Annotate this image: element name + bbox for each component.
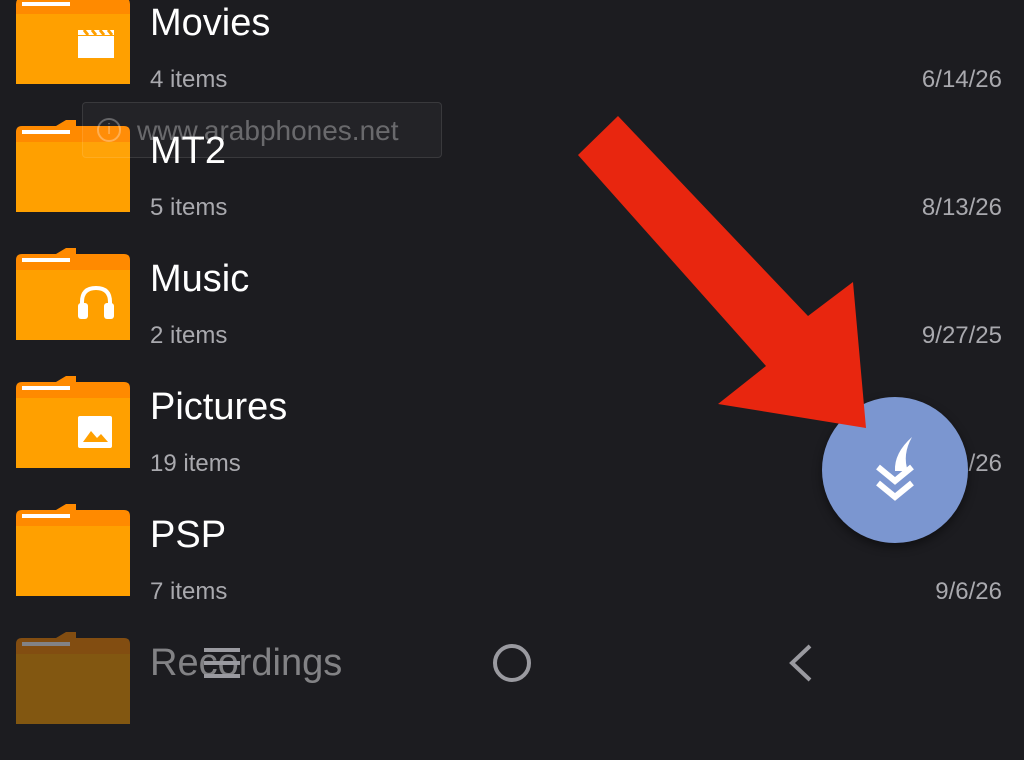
modified-date: /26 [968, 450, 1002, 477]
back-button[interactable] [770, 638, 830, 688]
folder-icon [16, 376, 130, 468]
folder-icon [16, 504, 130, 596]
watermark-text: www.arabphones.net [137, 115, 399, 146]
menu-button[interactable] [192, 638, 252, 688]
menu-icon [204, 648, 240, 678]
item-count: 19 items [150, 450, 241, 477]
navigation-bar [0, 612, 1024, 715]
file-name: Music [150, 258, 250, 300]
modified-date: 9/27/25 [921, 322, 1002, 349]
file-name: Movies [150, 2, 271, 44]
folder-icon [16, 0, 130, 84]
watermark: i www.arabphones.net [82, 102, 442, 158]
list-item[interactable]: Music 2 items 9/27/25 [0, 248, 1024, 376]
back-icon [789, 644, 812, 682]
folder-icon [16, 248, 130, 340]
modified-date: 6/14/26 [921, 66, 1002, 93]
home-icon [493, 644, 531, 682]
modified-date: 8/13/26 [921, 194, 1002, 221]
clapperboard-icon [78, 29, 114, 58]
item-count: 5 items [150, 194, 228, 221]
download-fab-button[interactable] [822, 397, 968, 543]
item-count: 4 items [150, 66, 228, 93]
item-count: 2 items [150, 322, 228, 349]
home-button[interactable] [482, 638, 542, 688]
image-icon [78, 416, 112, 448]
item-count: 7 items [150, 578, 228, 605]
download-arrow-icon [876, 437, 914, 501]
info-icon: i [97, 118, 121, 142]
file-name: PSP [150, 514, 227, 556]
file-name: Pictures [150, 386, 288, 428]
modified-date: 9/6/26 [935, 578, 1002, 605]
